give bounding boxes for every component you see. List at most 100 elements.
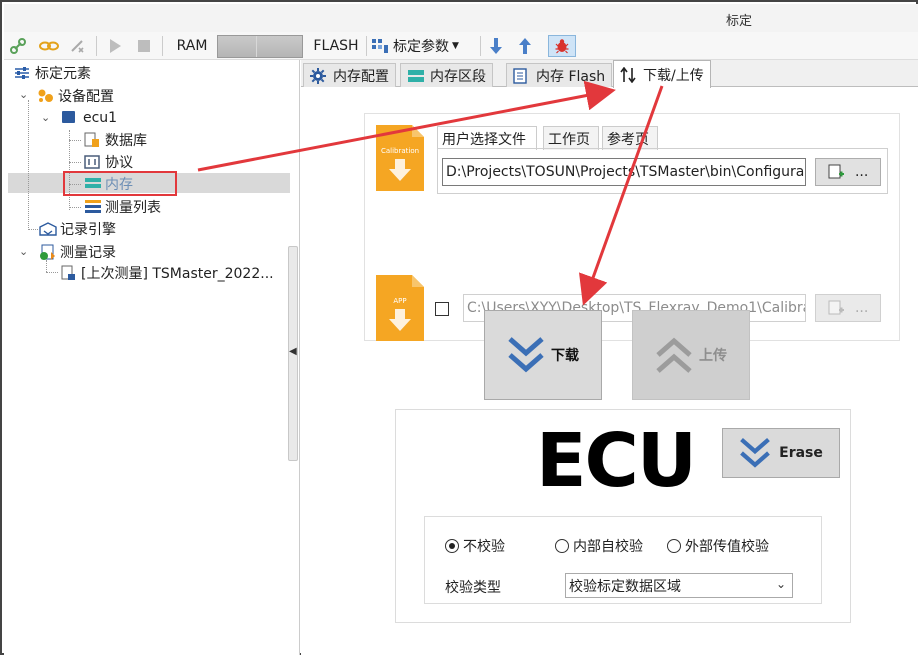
tree-label-last-measure: [上次测量] TSMaster_2022... bbox=[81, 266, 274, 282]
toolbar-separator bbox=[162, 36, 163, 56]
svg-text:APP: APP bbox=[393, 297, 406, 305]
toolbar-separator bbox=[96, 36, 97, 56]
stop-icon[interactable] bbox=[134, 35, 154, 57]
radio-external-verify[interactable]: 外部传值校验 bbox=[667, 536, 769, 556]
toolbar: RAM FLASH 标定参数 ▼ bbox=[4, 32, 918, 60]
tab-memory-segments[interactable]: 内存区段 bbox=[400, 63, 493, 87]
svg-text:Calibration: Calibration bbox=[381, 147, 419, 155]
radio-label: 内部自校验 bbox=[573, 539, 643, 555]
verify-type-label: 校验类型 bbox=[445, 580, 501, 596]
tree-item-measure-list[interactable]: 测量列表 bbox=[84, 197, 161, 217]
chevron-down-icon[interactable]: ⌄ bbox=[19, 88, 28, 101]
ram-button[interactable]: RAM bbox=[172, 35, 212, 57]
tree-item-measure-records[interactable]: 测量记录 bbox=[39, 242, 116, 262]
chevron-down-icon[interactable]: ⌄ bbox=[41, 111, 50, 124]
segments-icon bbox=[407, 68, 424, 84]
collapse-left-icon[interactable]: ◀ bbox=[289, 346, 297, 357]
app-file-checkbox[interactable] bbox=[435, 302, 449, 316]
radio-internal-verify[interactable]: 内部自校验 bbox=[555, 536, 643, 556]
tree-item-device-config[interactable]: 设备配置 bbox=[37, 86, 114, 106]
title-bar: 标定 bbox=[4, 4, 918, 32]
tree-label-measure-list: 测量列表 bbox=[105, 200, 161, 216]
tree-label-database: 数据库 bbox=[105, 133, 147, 149]
link-icon[interactable] bbox=[8, 35, 28, 57]
verify-options-box: 不校验 内部自校验 外部传值校验 校验类型 校验标定数据区域 ⌄ bbox=[424, 516, 822, 604]
bug-icon bbox=[555, 39, 569, 54]
tab-strip: 内存配置 内存区段 内存 Flash 下载/上传 bbox=[301, 60, 918, 88]
tab-download-upload[interactable]: 下载/上传 bbox=[613, 60, 711, 88]
tree-label-protocol: 协议 bbox=[105, 155, 133, 171]
toolbar-separator bbox=[480, 36, 481, 56]
measure-file-icon bbox=[60, 265, 76, 281]
app-browse-button[interactable]: ... bbox=[815, 294, 881, 322]
calibration-params-dropdown[interactable]: 标定参数 ▼ bbox=[371, 35, 471, 57]
arrow-down-icon[interactable] bbox=[486, 35, 506, 57]
record-engine-icon bbox=[39, 221, 57, 237]
tree-label-device-config: 设备配置 bbox=[58, 89, 114, 105]
tree-pane: 标定元素 ⌄ 设备配置 ⌄ ecu1 数据库 协议 内存 测量列表 记录引擎 ⌄… bbox=[4, 60, 300, 655]
double-chevron-up-icon bbox=[656, 337, 692, 373]
tab-label: 内存配置 bbox=[333, 68, 389, 85]
tree-line bbox=[46, 260, 47, 272]
tree-label-record-engine: 记录引擎 bbox=[60, 222, 116, 238]
tab-memory-flash[interactable]: 内存 Flash bbox=[506, 63, 613, 87]
tab-reference-page[interactable]: 参考页 bbox=[602, 126, 658, 150]
inner-tab-label: 工作页 bbox=[548, 131, 590, 148]
double-chevron-down-icon bbox=[508, 337, 544, 373]
content-pane: 内存配置 内存区段 内存 Flash 下载/上传 Calibration 用户选… bbox=[301, 60, 918, 655]
tree-item-ecu[interactable]: ecu1 bbox=[62, 108, 117, 128]
radio-no-verify[interactable]: 不校验 bbox=[445, 536, 505, 556]
protocol-icon bbox=[84, 154, 100, 170]
tree-item-last-measure[interactable]: [上次测量] TSMaster_2022... bbox=[60, 263, 274, 283]
erase-button[interactable]: Erase bbox=[722, 428, 840, 478]
app-file-icon: APP bbox=[376, 275, 424, 341]
new-file-icon bbox=[828, 164, 844, 179]
inner-tab-label: 参考页 bbox=[607, 131, 649, 148]
tree-item-record-engine[interactable]: 记录引擎 bbox=[39, 219, 116, 239]
tree-label-root: 标定元素 bbox=[35, 66, 91, 82]
grid-icon bbox=[372, 39, 388, 53]
tree-item-root[interactable]: 标定元素 bbox=[14, 63, 91, 83]
tab-work-page[interactable]: 工作页 bbox=[543, 126, 599, 150]
sliders-icon bbox=[14, 65, 30, 81]
tree-line bbox=[28, 100, 29, 230]
tab-memory-config[interactable]: 内存配置 bbox=[303, 63, 396, 87]
chevron-down-icon[interactable]: ⌄ bbox=[19, 245, 28, 258]
calibration-browse-button[interactable]: ... bbox=[815, 158, 881, 186]
radio-dot bbox=[667, 539, 681, 553]
radio-dot bbox=[555, 539, 569, 553]
tab-label: 下载/上传 bbox=[643, 67, 704, 84]
upload-button[interactable]: 上传 bbox=[632, 310, 750, 400]
debug-button[interactable] bbox=[548, 35, 576, 57]
tab-user-file[interactable]: 用户选择文件 bbox=[437, 126, 537, 150]
upload-label: 上传 bbox=[699, 348, 727, 364]
gear-icon bbox=[310, 67, 326, 84]
toolbar-separator bbox=[366, 36, 367, 56]
tab-label: 内存区段 bbox=[430, 68, 486, 85]
calibration-file-icon: Calibration bbox=[376, 125, 424, 191]
browse-label: ... bbox=[854, 300, 869, 316]
play-icon[interactable] bbox=[105, 35, 125, 57]
arrow-up-icon[interactable] bbox=[515, 35, 535, 57]
ecu-title: ECU bbox=[536, 418, 697, 504]
flash-button[interactable]: FLASH bbox=[310, 35, 362, 57]
app-frame: 标定 RAM FLASH 标定参数 ▼ 标定元素 ⌄ 设备配置 ⌄ ecu1 数… bbox=[0, 0, 918, 655]
ecu-panel: ECU Erase 不校验 内部自校验 外部传值校验 校验类型 校验标定数据区域… bbox=[395, 409, 851, 623]
verify-type-select[interactable]: 校验标定数据区域 ⌄ bbox=[565, 573, 793, 598]
erase-label: Erase bbox=[779, 445, 823, 461]
tree-item-protocol[interactable]: 协议 bbox=[84, 152, 133, 172]
tab-label: 内存 Flash bbox=[536, 68, 606, 85]
radio-label: 外部传值校验 bbox=[685, 539, 769, 555]
window-title: 标定 bbox=[726, 14, 753, 29]
chevron-down-icon: ⌄ bbox=[775, 577, 786, 591]
measure-records-icon bbox=[39, 244, 55, 260]
tree-line bbox=[46, 272, 58, 273]
devices-icon bbox=[37, 88, 53, 104]
download-button[interactable]: 下载 bbox=[484, 310, 602, 400]
chain-icon[interactable] bbox=[38, 35, 60, 57]
unlink-icon[interactable] bbox=[67, 35, 87, 57]
ram-progress-bar bbox=[217, 35, 303, 58]
calibration-path-input[interactable]: D:\Projects\TOSUN\Projects\TSMaster\bin\… bbox=[442, 158, 806, 186]
tree-item-database[interactable]: 数据库 bbox=[84, 130, 147, 150]
list-icon bbox=[84, 199, 101, 215]
